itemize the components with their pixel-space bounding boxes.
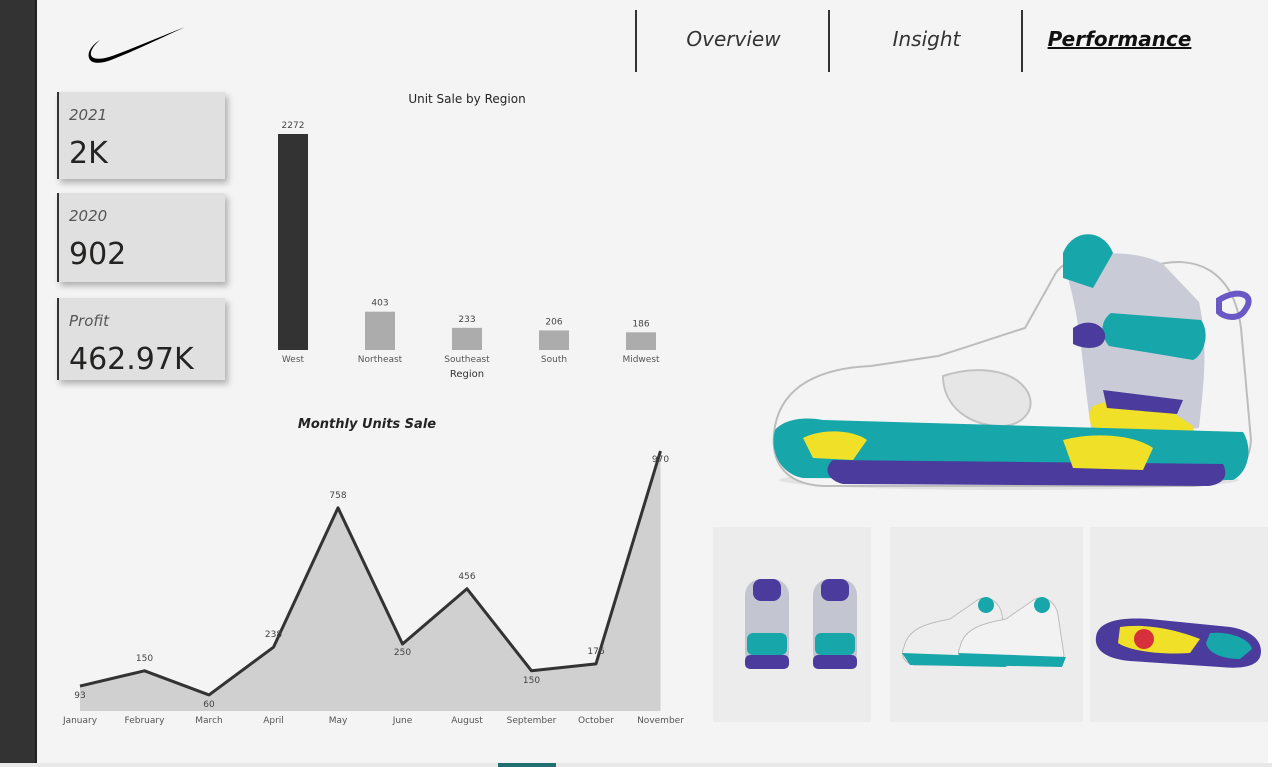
region-bar — [452, 327, 482, 350]
sneaker-sole-image — [1095, 618, 1261, 668]
nav-tab-overview[interactable]: Overview — [635, 10, 830, 72]
nike-swoosh-logo — [88, 27, 185, 63]
sneaker-side-image — [772, 234, 1253, 490]
kpi-card-2020: 2020 902 — [57, 193, 225, 282]
kpi-value: 902 — [69, 237, 127, 272]
line-data-label: 456 — [458, 572, 475, 582]
line-data-label: 238 — [265, 630, 282, 640]
x-tick-label: Northeast — [358, 355, 403, 365]
x-tick-label: Midwest — [622, 355, 660, 365]
x-tick-label: June — [392, 716, 413, 726]
line-data-label: 150 — [523, 676, 540, 686]
x-tick-label: South — [541, 355, 567, 365]
x-tick-label: August — [451, 716, 483, 726]
product-thumb-back[interactable] — [713, 527, 871, 722]
nav-tab-insight[interactable]: Insight — [828, 10, 1023, 72]
x-tick-label: November — [637, 716, 684, 726]
nav-tab-label: Performance — [1047, 27, 1192, 51]
product-photo-main — [763, 88, 1257, 514]
x-tick-label: February — [125, 716, 166, 726]
region-bar — [539, 330, 569, 350]
region-bar-chart: 2272 West 403 Northeast 233 Southeast 206 South… — [278, 121, 660, 380]
page-tab-active-indicator[interactable] — [498, 763, 556, 767]
product-thumb-sole[interactable] — [1090, 527, 1268, 722]
line-data-label: 970 — [652, 455, 669, 465]
nav-tab-performance[interactable]: Performance — [1021, 10, 1216, 72]
line-data-label: 250 — [394, 648, 411, 658]
kpi-card-2021: 2021 2K — [57, 92, 225, 179]
monthly-area-chart: 93 January 150 February 60 March 238 April 758 Ma… — [62, 450, 684, 726]
nav-tab-label: Overview — [686, 27, 781, 51]
region-bar — [278, 134, 308, 350]
sneaker-back-image — [745, 579, 857, 669]
sneaker-pair-image — [901, 597, 1066, 667]
kpi-label: Profit — [69, 312, 109, 330]
bar-data-label: 2272 — [282, 121, 305, 131]
line-data-label: 93 — [74, 691, 85, 701]
product-thumb-pair[interactable] — [890, 527, 1083, 722]
bar-data-label: 186 — [632, 319, 649, 329]
kpi-value: 2K — [69, 136, 108, 171]
bar-data-label: 403 — [371, 299, 388, 309]
line-data-label: 758 — [329, 491, 346, 501]
line-data-label: 150 — [136, 654, 153, 664]
x-tick-label: September — [507, 716, 557, 726]
region-chart-title: Unit Sale by Region — [408, 92, 526, 106]
x-tick-label: October — [578, 716, 614, 726]
line-data-label: 176 — [587, 647, 604, 657]
x-tick-label: January — [62, 716, 98, 726]
region-bar — [626, 332, 656, 350]
kpi-card-profit: Profit 462.97K — [57, 298, 225, 380]
x-axis-label: Region — [450, 369, 484, 380]
x-tick-label: April — [263, 716, 284, 726]
bar-data-label: 206 — [545, 317, 562, 327]
region-bar — [365, 311, 395, 350]
x-tick-label: West — [282, 355, 305, 365]
x-tick-label: Southeast — [444, 355, 490, 365]
x-tick-label: March — [195, 716, 222, 726]
kpi-value: 462.97K — [69, 342, 194, 377]
area-fill — [80, 451, 661, 711]
kpi-label: 2021 — [69, 106, 108, 124]
monthly-chart-title: Monthly Units Sale — [297, 417, 437, 432]
bar-data-label: 233 — [458, 315, 475, 325]
line-data-label: 60 — [203, 700, 215, 710]
report-canvas: Overview Insight Performance 2021 2K 202… — [37, 0, 1268, 763]
x-tick-label: May — [329, 716, 348, 726]
nav-tab-label: Insight — [892, 27, 961, 51]
kpi-label: 2020 — [69, 207, 108, 225]
page-tab-strip — [0, 763, 1272, 767]
report-left-frame — [0, 0, 37, 767]
